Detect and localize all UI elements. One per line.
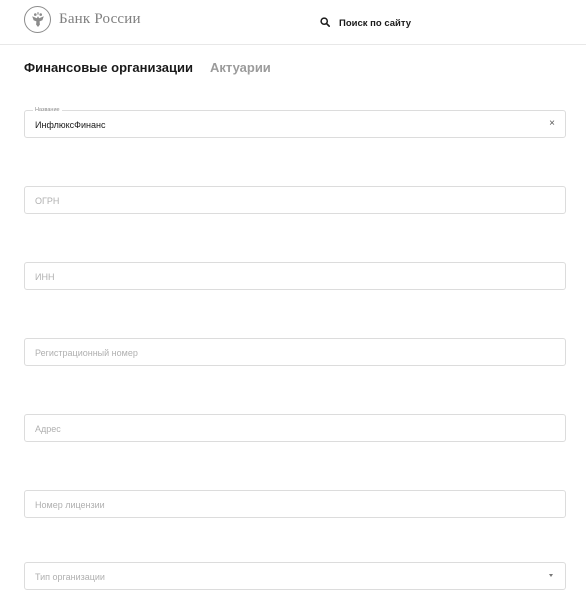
organization-tabs: Финансовые организации Актуарии bbox=[24, 60, 271, 75]
ogrn-field[interactable]: ОГРН bbox=[24, 186, 566, 214]
address-field[interactable]: Адрес bbox=[24, 414, 566, 442]
site-search-button[interactable]: Поиск по сайту bbox=[320, 14, 411, 32]
name-field-value[interactable]: ИнфлюксФинанс bbox=[35, 120, 106, 130]
ogrn-placeholder: ОГРН bbox=[35, 196, 60, 206]
organization-type-placeholder: Тип организации bbox=[35, 572, 105, 582]
name-field[interactable]: Название ИнфлюксФинанс × bbox=[24, 107, 566, 138]
tab-financial-organizations[interactable]: Финансовые организации bbox=[24, 60, 193, 75]
name-field-label: Название bbox=[33, 107, 62, 114]
license-number-placeholder: Номер лицензии bbox=[35, 500, 105, 510]
inn-field[interactable]: ИНН bbox=[24, 262, 566, 290]
registration-number-field[interactable]: Регистрационный номер bbox=[24, 338, 566, 366]
license-number-field[interactable]: Номер лицензии bbox=[24, 490, 566, 518]
double-eagle-emblem-icon bbox=[24, 6, 51, 33]
registration-number-placeholder: Регистрационный номер bbox=[35, 348, 138, 358]
inn-placeholder: ИНН bbox=[35, 272, 55, 282]
search-icon bbox=[320, 14, 330, 32]
organization-type-select[interactable]: Тип организации bbox=[24, 562, 566, 590]
search-label: Поиск по сайту bbox=[339, 17, 412, 29]
chevron-down-icon[interactable] bbox=[549, 574, 553, 577]
logo-text: Банк России bbox=[59, 11, 141, 27]
site-header: Банк России Поиск по сайту bbox=[0, 0, 586, 45]
address-placeholder: Адрес bbox=[35, 424, 61, 434]
tab-actuaries[interactable]: Актуарии bbox=[210, 60, 271, 75]
clear-icon[interactable]: × bbox=[549, 118, 555, 130]
bank-logo[interactable]: Банк России bbox=[24, 6, 141, 33]
